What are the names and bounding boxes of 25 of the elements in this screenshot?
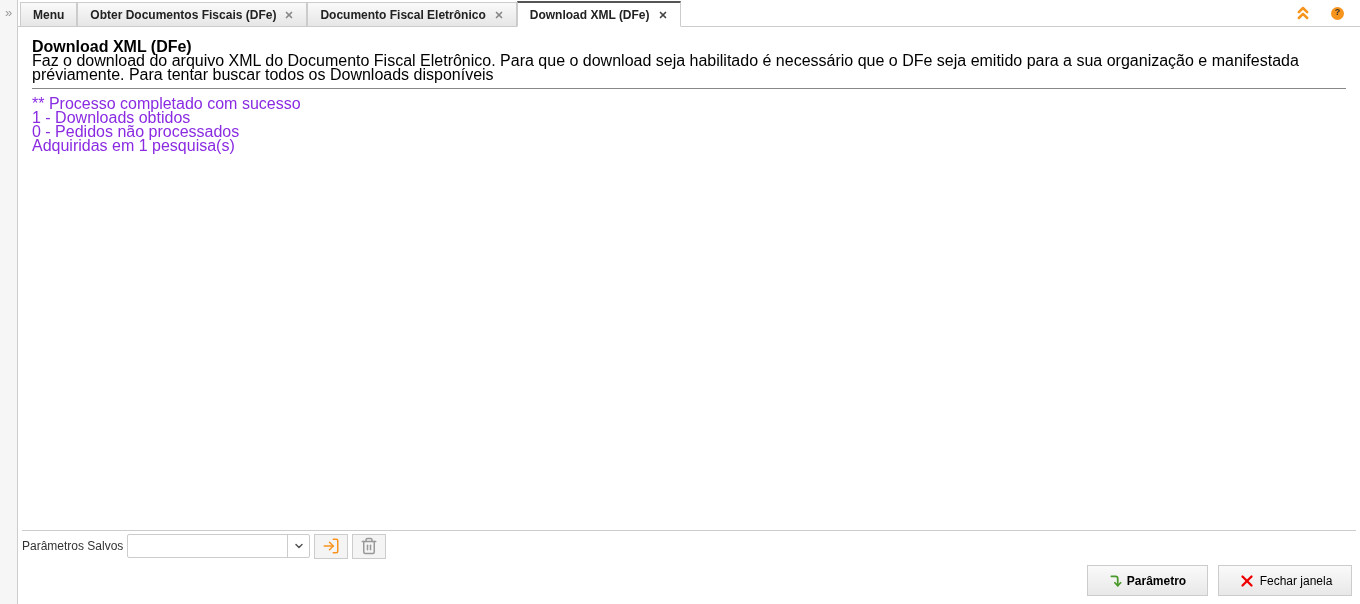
close-icon[interactable] bbox=[657, 9, 668, 20]
arrow-icon bbox=[1108, 573, 1123, 588]
page-title: Download XML (DFe) bbox=[32, 39, 192, 54]
delete-button[interactable] bbox=[352, 533, 387, 559]
tab[interactable]: Menu bbox=[20, 2, 78, 26]
tab-label: Download XML (DFe) bbox=[529, 6, 650, 24]
status-message: 1 - Downloads obtidos bbox=[32, 111, 191, 125]
parameter-button[interactable]: Parâmetro bbox=[1087, 565, 1208, 596]
enter-icon bbox=[322, 537, 341, 555]
description: Faz o download do arquivo XML do Documento Fiscal Eletrônico. Para que o download seja habilitado é necessário que o DFe seja emitido para a sua organização e manifestada préviamente. Para tentar buscar todos os Downloads disponíveis bbox=[32, 54, 1300, 82]
help-button[interactable]: ? bbox=[1331, 6, 1344, 20]
tab[interactable]: Download XML (DFe) bbox=[516, 1, 681, 27]
trash-icon bbox=[360, 537, 379, 555]
status-message: ** Processo completado com sucesso bbox=[32, 97, 301, 111]
tab[interactable]: Obter Documentos Fiscais (DFe) bbox=[77, 2, 308, 26]
status-message: 0 - Pedidos não processados bbox=[32, 125, 240, 139]
close-window-button[interactable]: Fechar janela bbox=[1218, 565, 1352, 596]
tab-label: Obter Documentos Fiscais (DFe) bbox=[90, 6, 277, 24]
tab-label: Documento Fiscal Eletrônico bbox=[320, 6, 486, 24]
status-message: Adquiridas em 1 pesquisa(s) bbox=[32, 139, 235, 153]
load-button[interactable] bbox=[314, 533, 349, 559]
saved-params-label: Parâmetros Salvos bbox=[22, 538, 124, 555]
tab[interactable]: Documento Fiscal Eletrônico bbox=[307, 2, 517, 26]
saved-params-select[interactable] bbox=[127, 534, 311, 558]
tab-label: Menu bbox=[33, 6, 65, 24]
